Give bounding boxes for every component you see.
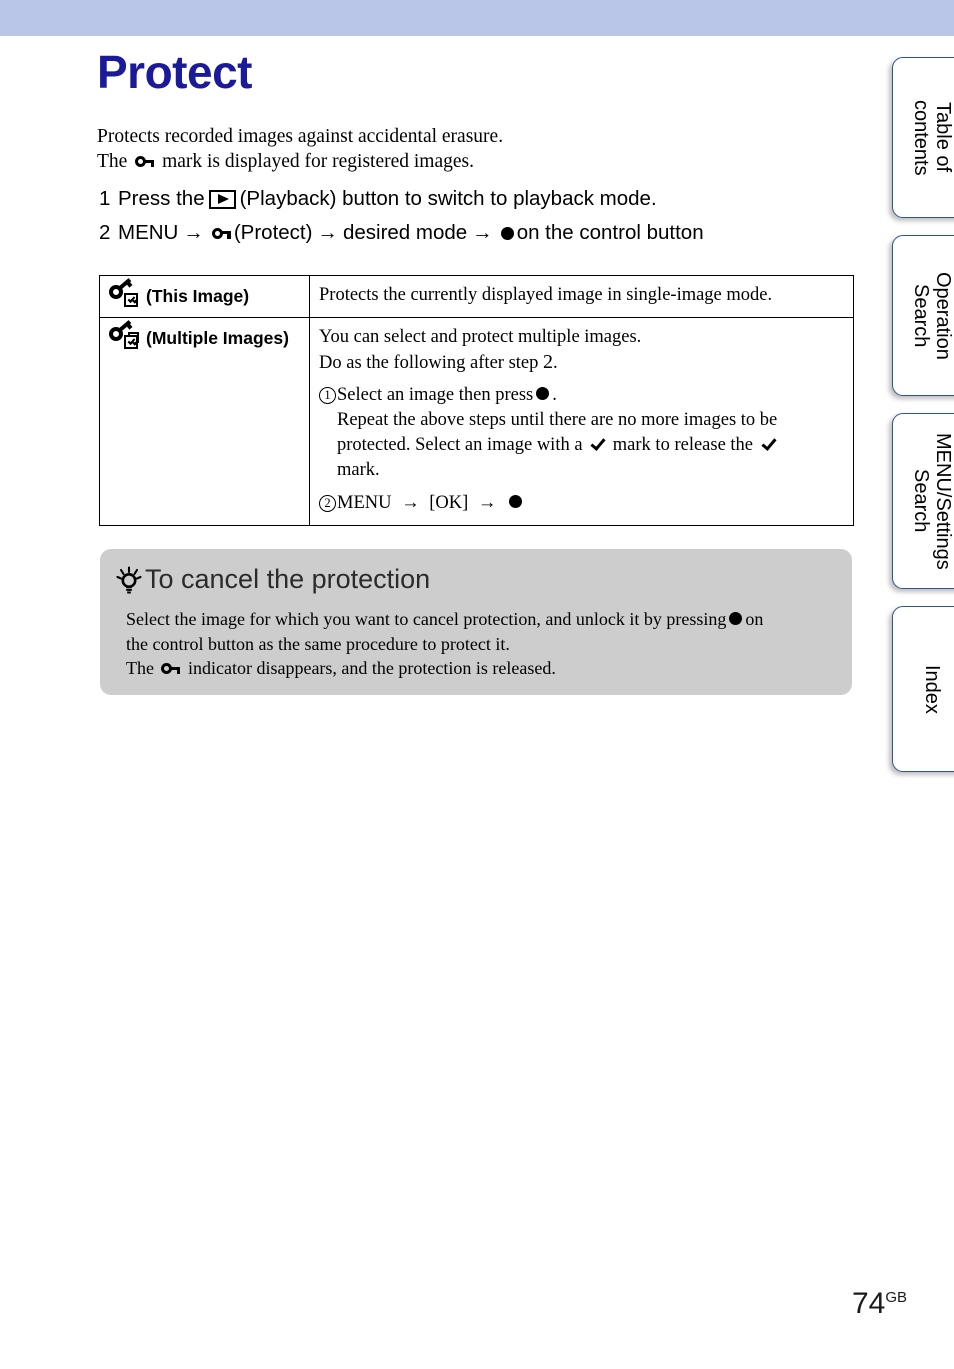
table-cell-desc-this-image: Protects the currently displayed image i…: [309, 275, 854, 318]
arrow-right-icon: →: [472, 221, 493, 244]
step-2-number: 2: [99, 221, 111, 244]
table-cell-label-multiple-images: (Multiple Images): [99, 317, 310, 526]
page-number-suffix: GB: [885, 1289, 907, 1306]
numbered-item-1: 1 Select an image then press.: [319, 383, 844, 408]
step-2: 2 MENU → (Protect) → desired mode → on t…: [99, 221, 859, 245]
circled-number-2: 2: [319, 495, 336, 512]
item-1-sub-line-3: mark.: [337, 460, 380, 480]
sidebar-tab-operation-search[interactable]: Operation Search: [892, 235, 954, 396]
table-desc-text: Protects the currently displayed image i…: [319, 285, 773, 305]
arrow-right-icon: →: [477, 491, 497, 512]
item-1-period: .: [552, 385, 557, 405]
step-2-protect-label: (Protect): [233, 221, 313, 244]
item-1-text: Select an image then press: [337, 385, 534, 405]
intro-line-2-before: The: [97, 151, 128, 172]
step-1-number: 1: [99, 187, 111, 210]
arrow-right-icon: →: [183, 221, 204, 244]
table-label-text: (This Image): [146, 286, 250, 306]
item-2-ok: [OK]: [429, 493, 469, 513]
item-2-menu: MENU: [337, 493, 392, 513]
tip-line-1-text: Select the image for which you want to c…: [126, 609, 727, 629]
arrow-right-icon: →: [401, 491, 420, 512]
tip-body: Select the image for which you want to c…: [114, 607, 834, 681]
intro-line-1: Protects recorded images against acciden…: [97, 126, 504, 147]
step-2-tail: on the control button: [516, 221, 704, 244]
top-banner: [0, 0, 954, 36]
steps-list: 1 Press the (Playback) button to switch …: [99, 187, 859, 255]
control-dot-icon: [509, 495, 523, 508]
sidebar-tab-table-of-contents[interactable]: Table of contents: [892, 57, 954, 218]
numbered-item-2: 2 MENU → [OK] →: [319, 489, 844, 516]
item-1-sub-line-1: Repeat the above steps until there are n…: [337, 410, 778, 430]
tip-heading: To cancel the protection: [114, 562, 834, 596]
intro-line-2-after: mark is displayed for registered images.: [162, 151, 474, 172]
sidebar-tab-menu-settings-search[interactable]: MENU/Settings Search: [892, 413, 954, 589]
key-icon: [211, 227, 231, 240]
page-number-value: 74: [851, 1287, 886, 1320]
arrow-right-icon: →: [317, 221, 338, 244]
table-cell-label-this-image: (This Image): [99, 275, 310, 318]
tip-box: To cancel the protection Select the imag…: [100, 549, 852, 695]
step-2-desired-mode: desired mode: [342, 221, 468, 244]
tip-line-3-before: The: [126, 658, 154, 678]
tip-line-3: The indicator disappears, and the protec…: [126, 656, 834, 681]
key-checkbox-multiple-icon: [109, 320, 142, 350]
desc-line-2: Do as the following after step 2.: [319, 350, 844, 376]
page-number: 74GB: [852, 1287, 907, 1321]
step-1: 1 Press the (Playback) button to switch …: [99, 187, 859, 211]
sidebar-tab-label: Table of contents: [910, 99, 954, 176]
table-label-text: (Multiple Images): [146, 328, 289, 348]
key-icon: [161, 662, 181, 675]
key-checkbox-single-icon: [109, 278, 142, 308]
control-dot-icon: [500, 226, 514, 240]
intro-paragraph: Protects recorded images against acciden…: [97, 124, 837, 174]
step-1-text-after: (Playback) button to switch to playback …: [239, 187, 657, 210]
item-1-sub-line-2: protected. Select an image with a mark t…: [337, 433, 844, 458]
tip-heading-text: To cancel the protection: [145, 564, 431, 594]
step-1-text-before: Press the: [118, 187, 205, 210]
desc-step-ref: 2: [543, 351, 553, 373]
table-cell-desc-multiple-images: You can select and protect multiple imag…: [309, 317, 854, 526]
desc-period: .: [553, 353, 558, 373]
sidebar-tab-label: Index: [921, 664, 943, 714]
table-row: (Multiple Images) You can select and pro…: [99, 317, 854, 526]
side-tab-bar: Table of contents Operation Search MENU/…: [880, 0, 954, 800]
control-dot-icon: [729, 612, 743, 625]
page-title: Protect: [97, 46, 252, 98]
table-row: (This Image) Protects the currently disp…: [99, 275, 854, 318]
step-2-menu-label: MENU: [118, 221, 179, 244]
intro-line-2: The mark is displayed for registered ima…: [97, 149, 837, 174]
sidebar-tab-index[interactable]: Index: [892, 606, 954, 772]
item-1-sub-2a: protected. Select an image with a: [337, 435, 583, 455]
checkmark-icon: [761, 438, 776, 452]
key-icon: [135, 155, 155, 168]
circled-number-1: 1: [319, 387, 336, 404]
desc-line-1: You can select and protect multiple imag…: [319, 327, 642, 347]
sidebar-tab-label: MENU/Settings Search: [910, 432, 954, 570]
sidebar-tab-label: Operation Search: [910, 271, 954, 360]
protect-modes-table: (This Image) Protects the currently disp…: [99, 275, 854, 526]
control-dot-icon: [536, 387, 550, 400]
desc-line-2-text: Do as the following after step: [319, 353, 539, 373]
lightbulb-icon: [114, 566, 144, 596]
tip-line-1: Select the image for which you want to c…: [126, 607, 834, 632]
tip-line-3-after: indicator disappears, and the protection…: [187, 658, 556, 678]
item-1-sub-2b: mark to release the: [612, 435, 754, 455]
tip-line-2: the control button as the same procedure…: [126, 633, 510, 654]
playback-icon: [208, 189, 236, 209]
checkmark-icon: [590, 438, 605, 452]
tip-line-1-tail: on: [745, 609, 764, 629]
